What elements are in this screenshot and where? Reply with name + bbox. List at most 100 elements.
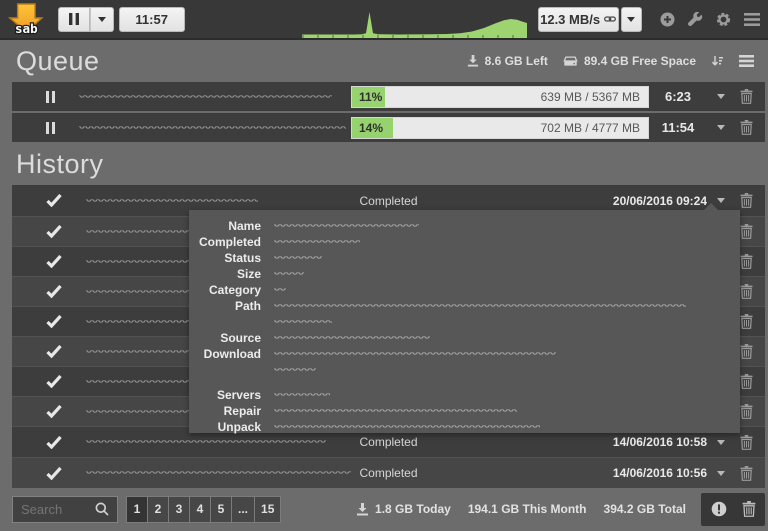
delete-row-button[interactable] xyxy=(735,113,757,142)
queue-row[interactable]: 14% 702 MB / 4777 MB 11:54 xyxy=(12,113,765,142)
redacted-value xyxy=(274,288,286,292)
delete-row-button[interactable] xyxy=(735,458,757,488)
trash-icon xyxy=(740,89,752,104)
page-button[interactable]: 2 xyxy=(147,495,169,523)
row-options-button[interactable] xyxy=(707,113,735,142)
redacted-value xyxy=(274,409,517,413)
timer-button[interactable]: 11:57 xyxy=(118,6,185,32)
pause-button[interactable] xyxy=(57,6,90,32)
pause-icon xyxy=(68,13,79,25)
pagination: 1 2 3 4 5 ... 15 xyxy=(126,495,282,523)
eta-value: 6:23 xyxy=(664,89,692,104)
progress-percent: 11% xyxy=(359,89,383,104)
check-icon xyxy=(46,405,62,418)
row-details-button[interactable] xyxy=(707,458,735,488)
trash-icon xyxy=(740,404,752,419)
speed-options-button[interactable] xyxy=(620,6,642,32)
hamburger-icon xyxy=(744,12,760,26)
add-nzb-button[interactable] xyxy=(660,12,675,27)
hdd-icon xyxy=(563,55,578,66)
pause-icon xyxy=(46,121,55,134)
search-icon xyxy=(95,502,109,516)
purge-history-button[interactable] xyxy=(742,501,756,517)
page-button[interactable]: 4 xyxy=(189,495,211,523)
tools-button[interactable] xyxy=(688,11,703,27)
queue-row[interactable]: 11% 639 MB / 5367 MB 6:23 xyxy=(12,82,765,111)
check-icon xyxy=(46,285,62,298)
history-detail-panel: Name Completed Status Size Category Path… xyxy=(189,203,740,434)
history-date: 14/06/2016 10:58 xyxy=(612,435,707,449)
history-row[interactable]: Completed 14/06/2016 10:56 xyxy=(12,457,765,488)
chevron-down-icon xyxy=(717,470,725,476)
history-info-button[interactable] xyxy=(711,501,727,517)
history-date: 14/06/2016 10:56 xyxy=(612,466,707,480)
delete-row-button[interactable] xyxy=(735,82,757,111)
redacted-value xyxy=(274,425,540,429)
check-icon xyxy=(46,435,62,449)
pause-options-button[interactable] xyxy=(89,6,114,32)
footer-stats: 1.8 GB Today 194.1 GB This Month 394.2 G… xyxy=(356,502,686,516)
page-ellipsis-button[interactable]: ... xyxy=(231,495,256,523)
detail-label: Download xyxy=(203,347,261,361)
sabnzbd-app: sab 11:57 12.3 MB/s Queue 8.6 GB Left 89… xyxy=(0,0,768,531)
speed-limit-button[interactable]: 12.3 MB/s xyxy=(537,6,619,32)
detail-label: Source xyxy=(220,331,261,345)
chevron-down-icon xyxy=(717,439,725,445)
trash-icon xyxy=(740,193,752,208)
eta-value: 11:54 xyxy=(661,120,695,135)
footer: 1 2 3 4 5 ... 15 1.8 GB Today 194.1 GB T… xyxy=(0,488,768,531)
page-button[interactable]: 15 xyxy=(254,495,282,523)
detail-label: Unpack xyxy=(217,420,261,434)
svg-text:sab: sab xyxy=(15,21,38,36)
settings-button[interactable] xyxy=(716,12,731,27)
sort-icon xyxy=(711,55,723,65)
chevron-down-icon xyxy=(717,198,725,203)
topbar-actions xyxy=(660,11,760,27)
progress-bar: 11% 639 MB / 5367 MB xyxy=(351,85,649,108)
progress-fill: 11% xyxy=(352,86,385,107)
stat-total: 394.2 GB Total xyxy=(603,502,686,516)
trash-icon xyxy=(740,254,752,269)
trash-icon xyxy=(740,465,752,481)
trash-icon xyxy=(742,501,755,517)
check-icon xyxy=(46,345,62,358)
queue-remaining: 8.6 GB Left xyxy=(467,54,548,68)
redacted-value xyxy=(274,272,304,276)
speed-sparkline xyxy=(301,8,527,38)
check-icon xyxy=(46,466,62,480)
progress-fill: 14% xyxy=(352,117,394,138)
detail-label: Size xyxy=(236,267,261,281)
check-icon xyxy=(46,225,62,238)
trash-icon xyxy=(740,374,752,389)
sort-queue-button[interactable] xyxy=(711,55,724,68)
redacted-value xyxy=(274,240,360,244)
detail-label: Name xyxy=(228,219,261,233)
row-options-button[interactable] xyxy=(707,82,735,111)
download-icon xyxy=(467,55,478,67)
progress-percent: 14% xyxy=(359,120,384,135)
topbar: sab 11:57 12.3 MB/s xyxy=(0,0,768,40)
progress-size: 702 MB / 4777 MB xyxy=(540,120,640,135)
search-input[interactable] xyxy=(21,501,95,517)
timer-value: 11:57 xyxy=(135,11,168,27)
history-title: History xyxy=(16,149,104,179)
queue-stats: 8.6 GB Left 89.4 GB Free Space xyxy=(467,54,754,68)
menu-button[interactable] xyxy=(744,12,760,26)
queue-display-button[interactable] xyxy=(739,55,754,67)
check-icon xyxy=(46,375,62,388)
redacted-value xyxy=(274,336,430,340)
redacted-value xyxy=(274,320,332,324)
redacted-value xyxy=(274,352,556,356)
history-date: 20/06/2016 09:24 xyxy=(612,193,707,208)
check-icon xyxy=(46,315,62,328)
stat-today: 1.8 GB Today xyxy=(356,502,451,516)
page-button[interactable]: 3 xyxy=(168,495,190,523)
redacted-value xyxy=(274,393,330,397)
redacted-job-name xyxy=(86,440,326,444)
page-button[interactable]: 1 xyxy=(126,495,148,523)
trash-icon xyxy=(740,314,752,329)
chevron-down-icon xyxy=(717,125,725,130)
page-button[interactable]: 5 xyxy=(210,495,232,523)
trash-icon xyxy=(740,284,752,299)
speed-value: 12.3 MB/s xyxy=(540,11,601,27)
